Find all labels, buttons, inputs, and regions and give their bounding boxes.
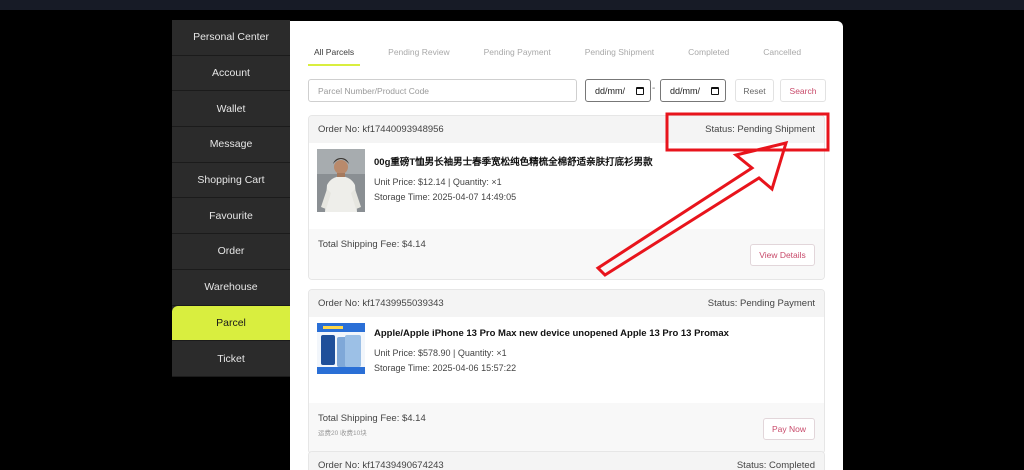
- order-status: Status: Pending Shipment: [705, 124, 815, 135]
- order-card: Order No: kf17439490674243 Status: Compl…: [308, 451, 825, 470]
- order-status: Status: Completed: [736, 460, 815, 470]
- order-product: 00g重磅T恤男长袖男士春季宽松纯色精梳全棉舒适亲肤打底衫男款 Unit Pri…: [309, 143, 824, 229]
- search-button[interactable]: Search: [780, 79, 826, 102]
- order-footer: Total Shipping Fee: $4.14 View Details: [309, 229, 824, 279]
- sidebar-item-warehouse[interactable]: Warehouse: [172, 270, 290, 306]
- parcel-search-input[interactable]: [308, 79, 577, 102]
- shipping-note: 运费20 收费10块: [318, 430, 367, 437]
- sidebar-item-message[interactable]: Message: [172, 127, 290, 163]
- tab-pending-review[interactable]: Pending Review: [382, 43, 455, 66]
- total-shipping-fee: Total Shipping Fee: $4.14: [318, 413, 426, 424]
- order-header: Order No: kf17439490674243 Status: Compl…: [309, 452, 824, 470]
- tab-pending-payment[interactable]: Pending Payment: [478, 43, 557, 66]
- sidebar-item-personal-center[interactable]: Personal Center: [172, 20, 290, 56]
- order-product: Apple/Apple iPhone 13 Pro Max new device…: [309, 317, 824, 403]
- date-to-field[interactable]: dd/mm/: [660, 79, 726, 102]
- date-from-field[interactable]: dd/mm/: [585, 79, 651, 102]
- sidebar-item-wallet[interactable]: Wallet: [172, 91, 290, 128]
- unit-price-quantity: Unit Price: $578.90 | Quantity: ×1: [374, 348, 507, 358]
- sidebar-item-favourite[interactable]: Favourite: [172, 198, 290, 235]
- sidebar-item-account[interactable]: Account: [172, 56, 290, 92]
- order-card: Order No: kf17439955039343 Status: Pendi…: [308, 289, 825, 454]
- calendar-icon[interactable]: [636, 86, 644, 95]
- date-separator: -: [652, 83, 656, 94]
- product-thumbnail[interactable]: [317, 149, 365, 212]
- date-from-value: dd/mm/: [595, 85, 626, 96]
- view-details-button[interactable]: View Details: [750, 244, 815, 266]
- sidebar-item-order[interactable]: Order: [172, 234, 290, 270]
- date-to-value: dd/mm/: [670, 85, 701, 96]
- reset-button[interactable]: Reset: [735, 79, 774, 102]
- tab-completed[interactable]: Completed: [682, 43, 735, 66]
- pay-now-button[interactable]: Pay Now: [763, 418, 815, 440]
- calendar-icon[interactable]: [711, 86, 719, 95]
- top-bar: [0, 0, 1024, 10]
- storage-time: Storage Time: 2025-04-06 15:57:22: [374, 363, 517, 373]
- order-number: Order No: kf17439490674243: [318, 460, 444, 470]
- order-status: Status: Pending Payment: [707, 298, 815, 309]
- product-name[interactable]: 00g重磅T恤男长袖男士春季宽松纯色精梳全棉舒适亲肤打底衫男款: [374, 154, 653, 168]
- status-tabs: All Parcels Pending Review Pending Payme…: [308, 43, 829, 66]
- sidebar-item-parcel[interactable]: Parcel: [172, 305, 290, 342]
- sidebar-item-ticket[interactable]: Ticket: [172, 341, 290, 377]
- sidebar-item-shopping-cart[interactable]: Shopping Cart: [172, 163, 290, 199]
- tab-cancelled[interactable]: Cancelled: [757, 43, 807, 66]
- total-shipping-fee: Total Shipping Fee: $4.14: [318, 239, 426, 250]
- tab-all-parcels[interactable]: All Parcels: [308, 43, 361, 66]
- order-header: Order No: kf17440093948956 Status: Pendi…: [309, 116, 824, 143]
- main-panel: All Parcels Pending Review Pending Payme…: [290, 21, 843, 470]
- order-number: Order No: kf17440093948956: [318, 124, 444, 135]
- product-name[interactable]: Apple/Apple iPhone 13 Pro Max new device…: [374, 328, 729, 339]
- product-thumbnail[interactable]: [317, 323, 365, 386]
- order-number: Order No: kf17439955039343: [318, 298, 444, 309]
- tab-pending-shipment[interactable]: Pending Shipment: [579, 43, 660, 66]
- sidebar: Personal Center Account Wallet Message S…: [172, 20, 290, 377]
- order-footer: Total Shipping Fee: $4.14 运费20 收费10块 Pay…: [309, 403, 824, 453]
- order-card: Order No: kf17440093948956 Status: Pendi…: [308, 115, 825, 280]
- order-header: Order No: kf17439955039343 Status: Pendi…: [309, 290, 824, 317]
- storage-time: Storage Time: 2025-04-07 14:49:05: [374, 192, 517, 202]
- unit-price-quantity: Unit Price: $12.14 | Quantity: ×1: [374, 177, 502, 187]
